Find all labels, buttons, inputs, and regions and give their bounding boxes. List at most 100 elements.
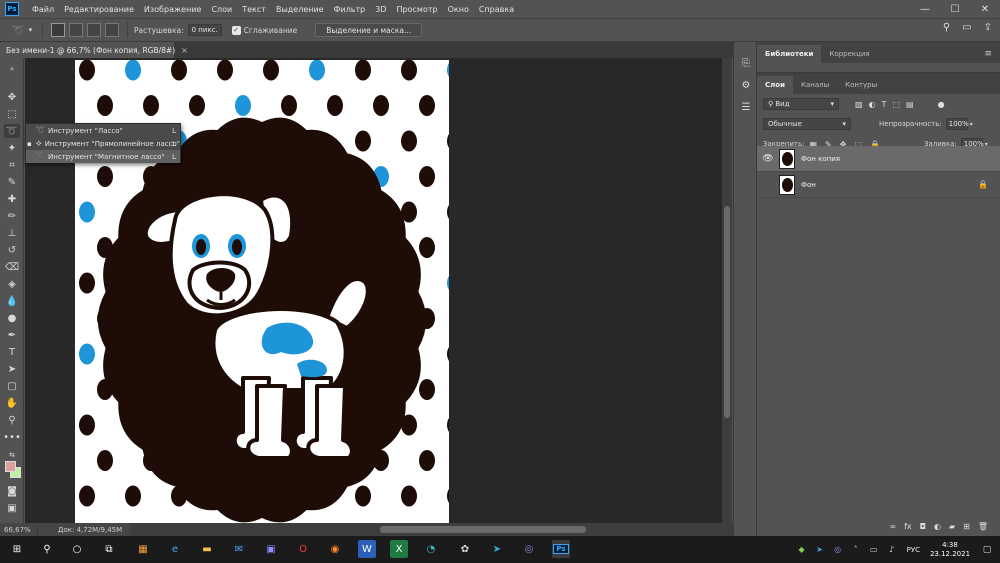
select-and-mask-button[interactable]: Выделение и маска...: [315, 23, 423, 37]
maximize-button[interactable]: ☐: [940, 0, 970, 18]
panel-menu-icon[interactable]: ≡: [984, 45, 992, 63]
app-icon[interactable]: ✿: [456, 540, 474, 558]
menu-type[interactable]: Текст: [237, 5, 271, 14]
add-mask-icon[interactable]: ◘: [920, 522, 926, 536]
brush-tool-icon[interactable]: ✏: [4, 209, 20, 223]
add-to-selection-button[interactable]: [69, 23, 83, 37]
lasso-tool-icon[interactable]: ➰: [4, 124, 20, 138]
new-layer-icon[interactable]: ⊞: [963, 522, 970, 536]
search-icon[interactable]: ⚲: [38, 540, 56, 558]
close-tab-icon[interactable]: ×: [181, 46, 188, 55]
eraser-tool-icon[interactable]: ⌫: [4, 260, 20, 274]
minimize-button[interactable]: —: [910, 0, 940, 18]
screen-mode-icon[interactable]: ▣: [4, 501, 20, 515]
menu-help[interactable]: Справка: [474, 5, 519, 14]
file-explorer-icon[interactable]: ▬: [198, 540, 216, 558]
properties-panel-icon[interactable]: ⚙: [739, 78, 753, 92]
photoshop-taskbar-icon[interactable]: Ps: [552, 540, 570, 558]
path-selection-icon[interactable]: ➤: [4, 362, 20, 376]
antialias-checkbox[interactable]: ✓: [231, 25, 241, 35]
new-group-icon[interactable]: ▰: [949, 522, 955, 536]
filter-toggle-icon[interactable]: ●: [938, 100, 945, 109]
magic-wand-icon[interactable]: ✦: [4, 141, 20, 155]
tab-adjustments[interactable]: Коррекция: [821, 45, 877, 63]
scroll-thumb[interactable]: [724, 206, 730, 418]
hand-tool-icon[interactable]: ✋: [4, 396, 20, 410]
cortana-icon[interactable]: ○: [68, 540, 86, 558]
volume-icon[interactable]: ♪: [885, 545, 899, 554]
layer-name[interactable]: Фон копия: [801, 155, 840, 163]
menu-3d[interactable]: 3D: [370, 5, 391, 14]
type-tool-icon[interactable]: T: [4, 345, 20, 359]
horizontal-scrollbar[interactable]: [130, 523, 733, 536]
mail-icon[interactable]: ✉: [230, 540, 248, 558]
chevron-down-icon[interactable]: ▾: [970, 121, 973, 128]
eyedropper-icon[interactable]: ✎: [4, 175, 20, 189]
word-icon[interactable]: W: [358, 540, 376, 558]
layer-filter-dropdown[interactable]: ⚲ Вид ▾: [763, 98, 839, 110]
share-icon[interactable]: ⇪: [984, 22, 992, 33]
tray-app-icon[interactable]: ◆: [795, 545, 809, 554]
marquee-tool-icon[interactable]: ⬚: [4, 107, 20, 121]
adjustment-layer-icon[interactable]: ◐: [934, 522, 941, 536]
menu-window[interactable]: Окно: [443, 5, 474, 14]
zoom-tool-icon[interactable]: ⚲: [4, 413, 20, 427]
menu-filter[interactable]: Фильтр: [329, 5, 371, 14]
crop-tool-icon[interactable]: ⌗: [4, 158, 20, 172]
move-tool-icon[interactable]: ✥: [4, 90, 20, 104]
healing-brush-icon[interactable]: ✚: [4, 192, 20, 206]
layer-row-background-copy[interactable]: 👁 Фон копия: [757, 146, 1000, 172]
tab-paths[interactable]: Контуры: [837, 76, 885, 94]
document-tab[interactable]: Без имени-1 @ 66,7% (Фон копия, RGB/8#) …: [0, 42, 188, 58]
smart-object-filter-icon[interactable]: ▤: [906, 100, 914, 109]
search-icon[interactable]: ⚲: [943, 22, 950, 33]
dodge-tool-icon[interactable]: ●: [4, 311, 20, 325]
collapse-toolbar-icon[interactable]: »: [4, 62, 20, 76]
opera-icon[interactable]: O: [294, 540, 312, 558]
zoom-level[interactable]: 66,67%: [0, 525, 38, 534]
firefox-icon[interactable]: ◉: [326, 540, 344, 558]
link-layers-icon[interactable]: ∞: [889, 522, 896, 536]
paint-bucket-icon[interactable]: ◈: [4, 277, 20, 291]
task-view-icon[interactable]: ⧉: [100, 540, 118, 558]
quick-mask-icon[interactable]: ◙: [4, 484, 20, 498]
foreground-color-swatch[interactable]: [5, 461, 16, 472]
document-info[interactable]: Док: 4,72M/9,45M: [38, 526, 122, 534]
feather-input[interactable]: 0 пикс.: [187, 24, 222, 36]
layer-name[interactable]: Фон: [801, 181, 816, 189]
telegram-icon[interactable]: ➤: [488, 540, 506, 558]
flyout-item-magnetic-lasso[interactable]: ➰ Инструмент "Магнитное лассо" L: [26, 150, 180, 163]
telegram-icon[interactable]: ➤: [813, 545, 827, 554]
swap-colors-icon[interactable]: ⇆: [4, 448, 20, 462]
tab-layers[interactable]: Слои: [757, 76, 793, 94]
flyout-item-lasso[interactable]: ➰ Инструмент "Лассо" L: [26, 124, 180, 137]
adjustments-panel-icon[interactable]: ☰: [739, 100, 753, 114]
language-indicator[interactable]: РУС: [907, 546, 920, 554]
app-icon[interactable]: ▣: [262, 540, 280, 558]
delete-layer-icon[interactable]: 🗑: [978, 522, 988, 536]
history-brush-icon[interactable]: ↺: [4, 243, 20, 257]
history-panel-icon[interactable]: ⎘: [739, 56, 753, 70]
menu-file[interactable]: Файл: [27, 5, 59, 14]
shape-tool-icon[interactable]: ▢: [4, 379, 20, 393]
close-button[interactable]: ✕: [970, 0, 1000, 18]
flyout-item-polygonal-lasso[interactable]: ▪ ⟡ Инструмент "Прямолинейное лассо" L: [26, 137, 180, 150]
edge-icon[interactable]: ◔: [422, 540, 440, 558]
viber-icon[interactable]: ◎: [831, 545, 845, 554]
windows-start-icon[interactable]: ⊞: [8, 540, 26, 558]
tool-preset-picker[interactable]: ➰ ▾: [8, 21, 36, 39]
opacity-input[interactable]: 100%: [945, 118, 969, 130]
intersect-selection-button[interactable]: [105, 23, 119, 37]
tab-channels[interactable]: Каналы: [793, 76, 837, 94]
menu-edit[interactable]: Редактирование: [59, 5, 139, 14]
type-filter-icon[interactable]: T: [882, 100, 887, 109]
menu-layers[interactable]: Слои: [206, 5, 237, 14]
blur-tool-icon[interactable]: 💧: [4, 294, 20, 308]
pen-tool-icon[interactable]: ✒: [4, 328, 20, 342]
scroll-thumb[interactable]: [380, 526, 586, 533]
new-selection-button[interactable]: [51, 23, 65, 37]
viber-icon[interactable]: ◎: [520, 540, 538, 558]
blend-mode-dropdown[interactable]: Обычные ▾: [763, 118, 851, 130]
stamp-tool-icon[interactable]: ⊥: [4, 226, 20, 240]
workspace-icon[interactable]: ▭: [962, 22, 971, 33]
